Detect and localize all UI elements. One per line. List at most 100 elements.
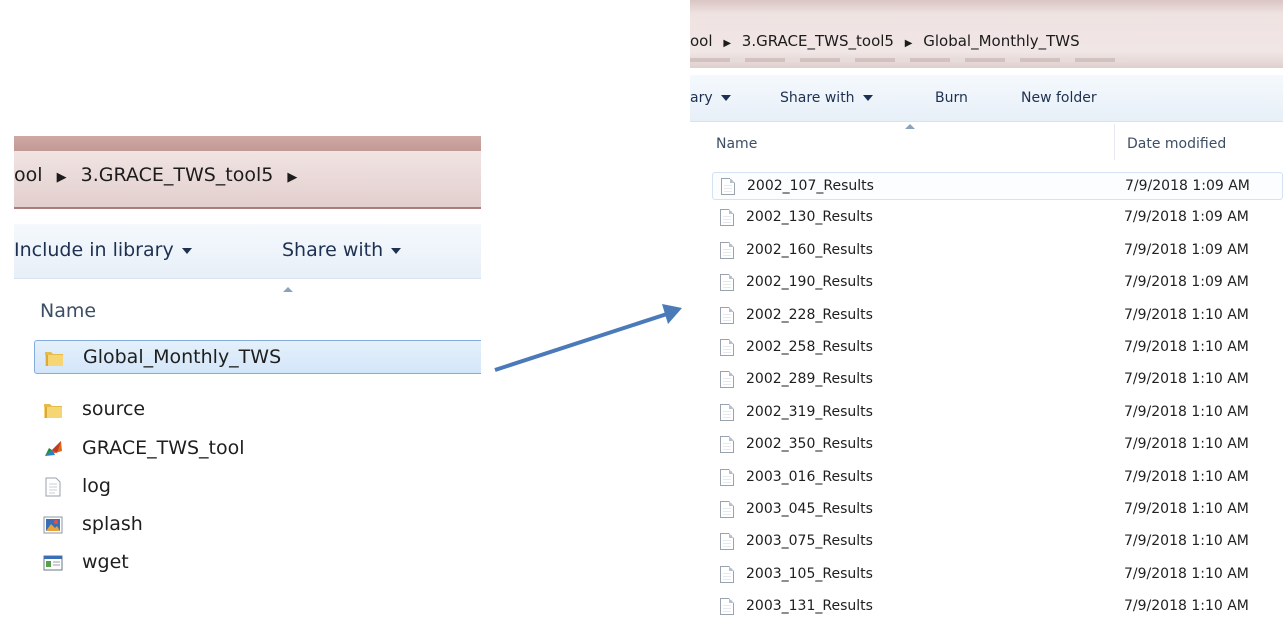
file-row[interactable]: 2002_190_Results 7/9/2018 1:09 AM bbox=[712, 269, 1283, 297]
include-in-library-label: Include in library bbox=[14, 239, 174, 261]
breadcrumb-segment[interactable]: ool bbox=[690, 32, 713, 50]
list-item[interactable]: source bbox=[34, 393, 481, 427]
file-name: 2002_107_Results bbox=[747, 178, 874, 194]
share-with-button[interactable]: Share with bbox=[780, 90, 873, 106]
file-icon bbox=[720, 306, 734, 324]
chevron-down-icon bbox=[862, 95, 873, 101]
file-date-modified: 7/9/2018 1:10 AM bbox=[1124, 468, 1249, 485]
file-date-modified: 7/9/2018 1:10 AM bbox=[1124, 339, 1249, 355]
file-date-modified: 7/9/2018 1:10 AM bbox=[1124, 371, 1249, 388]
file-row[interactable]: 2002_130_Results 7/9/2018 1:09 AM bbox=[712, 204, 1283, 232]
left-titlebar bbox=[14, 136, 481, 151]
file-date-modified: 7/9/2018 1:09 AM bbox=[1124, 241, 1249, 258]
breadcrumb-segment[interactable]: 3.GRACE_TWS_tool5 bbox=[742, 32, 894, 50]
breadcrumb-chevron-icon[interactable]: ▶ bbox=[905, 38, 913, 49]
chevron-down-icon bbox=[720, 95, 731, 101]
column-header-name[interactable]: Name bbox=[40, 300, 96, 322]
file-date-modified: 7/9/2018 1:10 AM bbox=[1124, 565, 1249, 582]
file-name: 2002_258_Results bbox=[746, 339, 873, 355]
file-icon bbox=[720, 565, 734, 583]
list-item[interactable]: splash bbox=[34, 508, 481, 542]
executable-icon bbox=[43, 555, 63, 571]
list-item[interactable]: log bbox=[34, 470, 481, 504]
breadcrumb-segment[interactable]: 3.GRACE_TWS_tool5 bbox=[81, 164, 274, 186]
breadcrumb-segment[interactable]: Global_Monthly_TWS bbox=[923, 32, 1079, 50]
list-item-label: source bbox=[82, 398, 146, 420]
share-with-button[interactable]: Share with bbox=[282, 239, 402, 261]
breadcrumb-chevron-icon[interactable]: ▶ bbox=[723, 38, 731, 49]
matlab-app-icon bbox=[45, 441, 62, 456]
file-date-modified: 7/9/2018 1:10 AM bbox=[1124, 501, 1249, 517]
file-icon bbox=[720, 371, 734, 389]
list-item-label: GRACE_TWS_tool bbox=[82, 437, 245, 459]
column-divider[interactable] bbox=[1114, 124, 1115, 160]
file-row[interactable]: 2003_131_Results 7/9/2018 1:10 AM bbox=[712, 593, 1283, 621]
file-row[interactable]: 2002_258_Results 7/9/2018 1:10 AM bbox=[712, 334, 1283, 362]
file-name: 2002_130_Results bbox=[746, 209, 873, 226]
file-date-modified: 7/9/2018 1:09 AM bbox=[1124, 274, 1249, 291]
file-date-modified: 7/9/2018 1:10 AM bbox=[1124, 403, 1249, 420]
file-icon bbox=[720, 241, 734, 259]
folder-icon bbox=[45, 352, 63, 366]
list-item-label: Global_Monthly_TWS bbox=[83, 346, 282, 368]
right-breadcrumb: ool ▶ 3.GRACE_TWS_tool5 ▶ Global_Monthly… bbox=[690, 32, 1080, 50]
file-name: 2002_160_Results bbox=[746, 241, 873, 258]
file-date-modified: 7/9/2018 1:10 AM bbox=[1124, 306, 1249, 323]
right-address-divider bbox=[690, 58, 1130, 62]
left-breadcrumb: ool ▶ 3.GRACE_TWS_tool5 ▶ bbox=[14, 164, 305, 186]
file-icon bbox=[721, 178, 735, 195]
breadcrumb-chevron-icon[interactable]: ▶ bbox=[287, 170, 297, 185]
chevron-down-icon bbox=[181, 247, 192, 254]
include-in-library-button[interactable]: ary bbox=[690, 90, 731, 106]
file-name: 2003_045_Results bbox=[746, 501, 873, 517]
library-label: ary bbox=[690, 90, 713, 106]
column-header-name[interactable]: Name bbox=[716, 136, 757, 152]
left-explorer-window: ool ▶ 3.GRACE_TWS_tool5 ▶ Include in lib… bbox=[14, 136, 481, 621]
list-item-label: log bbox=[82, 475, 111, 497]
share-with-label: Share with bbox=[780, 90, 855, 106]
breadcrumb-segment[interactable]: ool bbox=[14, 164, 43, 186]
column-header-date-modified[interactable]: Date modified bbox=[1127, 136, 1226, 152]
file-icon bbox=[720, 436, 734, 454]
file-row[interactable]: 2002_160_Results 7/9/2018 1:09 AM bbox=[712, 237, 1283, 265]
include-in-library-button[interactable]: Include in library bbox=[14, 239, 192, 261]
new-folder-button[interactable]: New folder bbox=[1021, 90, 1097, 106]
image-file-icon bbox=[43, 516, 63, 534]
sort-ascending-icon bbox=[283, 287, 293, 292]
file-name: 2002_190_Results bbox=[746, 274, 873, 291]
file-row[interactable]: 2002_228_Results 7/9/2018 1:10 AM bbox=[712, 302, 1283, 330]
right-command-bar bbox=[690, 75, 1283, 122]
file-row[interactable]: 2003_075_Results 7/9/2018 1:10 AM bbox=[712, 528, 1283, 556]
file-row[interactable]: 2002_319_Results 7/9/2018 1:10 AM bbox=[712, 399, 1283, 427]
file-date-modified: 7/9/2018 1:10 AM bbox=[1124, 436, 1249, 453]
file-icon bbox=[720, 533, 734, 551]
file-name: 2003_075_Results bbox=[746, 533, 873, 550]
file-date-modified: 7/9/2018 1:09 AM bbox=[1124, 209, 1249, 226]
file-row[interactable]: 2003_016_Results 7/9/2018 1:10 AM bbox=[712, 464, 1283, 492]
burn-button[interactable]: Burn bbox=[935, 90, 968, 106]
file-name: 2002_319_Results bbox=[746, 403, 873, 420]
file-icon bbox=[720, 501, 734, 518]
arrow-right-icon bbox=[494, 304, 682, 372]
file-row[interactable]: 2003_105_Results 7/9/2018 1:10 AM bbox=[712, 561, 1283, 589]
list-item[interactable]: wget bbox=[34, 546, 481, 580]
list-item-selected[interactable]: Global_Monthly_TWS bbox=[34, 340, 481, 374]
chevron-down-icon bbox=[391, 247, 402, 254]
right-explorer-window: ool ▶ 3.GRACE_TWS_tool5 ▶ Global_Monthly… bbox=[690, 0, 1283, 621]
file-row[interactable]: 2003_045_Results 7/9/2018 1:10 AM bbox=[712, 496, 1283, 524]
file-icon bbox=[720, 598, 734, 616]
breadcrumb-chevron-icon[interactable]: ▶ bbox=[57, 170, 67, 185]
file-icon bbox=[720, 339, 734, 356]
left-address-border bbox=[14, 207, 481, 209]
file-row[interactable]: 2002_350_Results 7/9/2018 1:10 AM bbox=[712, 431, 1283, 459]
file-name: 2003_016_Results bbox=[746, 468, 873, 485]
file-icon bbox=[720, 209, 734, 227]
file-date-modified: 7/9/2018 1:09 AM bbox=[1125, 178, 1250, 194]
list-item[interactable]: GRACE_TWS_tool bbox=[34, 432, 481, 466]
share-with-label: Share with bbox=[282, 239, 384, 261]
list-item-label: splash bbox=[82, 513, 143, 535]
folder-icon bbox=[44, 404, 62, 418]
file-row[interactable]: 2002_289_Results 7/9/2018 1:10 AM bbox=[712, 366, 1283, 394]
file-name: 2002_350_Results bbox=[746, 436, 873, 453]
file-row[interactable]: 2002_107_Results 7/9/2018 1:09 AM bbox=[712, 172, 1283, 200]
